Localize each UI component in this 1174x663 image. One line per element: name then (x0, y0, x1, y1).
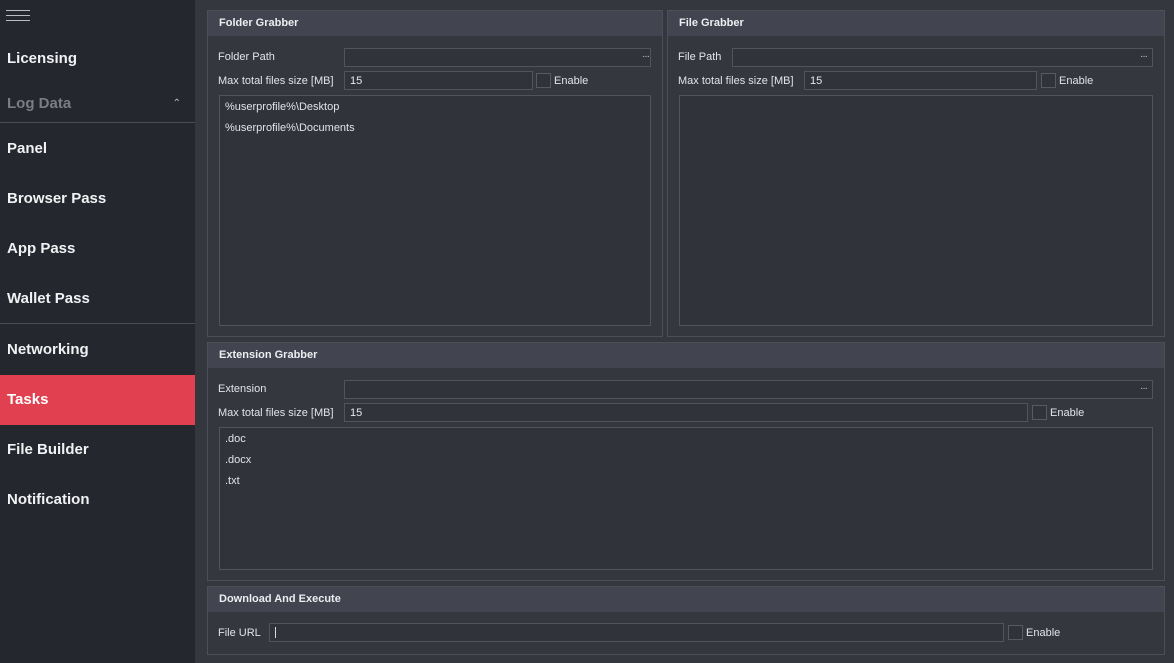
file-list[interactable] (679, 95, 1153, 326)
extension-input[interactable] (344, 380, 1153, 399)
extension-label: Extension (218, 383, 267, 395)
folder-size-input[interactable] (344, 71, 533, 90)
list-item[interactable]: %userprofile%\Documents (220, 120, 650, 141)
file-enable-label: Enable (1059, 75, 1094, 87)
panel-title: Folder Grabber (208, 11, 662, 36)
list-item[interactable]: .txt (220, 473, 1152, 494)
folder-enable-checkbox[interactable] (536, 73, 551, 88)
file-url-label: File URL (218, 627, 261, 639)
file-grabber-panel: File Grabber File Path ··· Max total fil… (667, 10, 1165, 337)
sidebar-item-app-pass[interactable]: App Pass (0, 224, 195, 274)
sidebar-item-label: App Pass (7, 240, 76, 257)
sidebar-item-browser-pass[interactable]: Browser Pass (0, 174, 195, 224)
sidebar-item-label: Browser Pass (7, 190, 107, 207)
folder-enable-label: Enable (554, 75, 589, 87)
sidebar-item-label: Panel (7, 140, 48, 157)
file-size-input[interactable] (804, 71, 1037, 90)
sidebar-item-file-builder[interactable]: File Builder (0, 425, 195, 475)
list-item[interactable]: %userprofile%\Desktop (220, 99, 650, 120)
sidebar-item-wallet-pass[interactable]: Wallet Pass (0, 274, 195, 324)
download-execute-panel: Download And Execute File URL Enable (207, 586, 1165, 655)
extension-grabber-panel: Extension Grabber Extension ··· Max tota… (207, 342, 1165, 581)
sidebar-divider (0, 122, 195, 123)
sidebar-item-label: File Builder (7, 441, 89, 458)
sidebar-item-label: Licensing (7, 50, 78, 67)
file-enable-checkbox[interactable] (1041, 73, 1056, 88)
text-cursor (275, 627, 276, 638)
sidebar-item-label: Wallet Pass (7, 290, 90, 307)
folder-path-input[interactable] (344, 48, 651, 67)
list-item[interactable]: .docx (220, 452, 1152, 473)
sidebar-group-label: Log Data (7, 95, 72, 112)
extension-enable-checkbox[interactable] (1032, 405, 1047, 420)
folder-list[interactable]: %userprofile%\Desktop %userprofile%\Docu… (219, 95, 651, 326)
extension-list[interactable]: .doc .docx .txt (219, 427, 1153, 570)
folder-browse-button[interactable]: ··· (642, 51, 650, 62)
sidebar: Licensing Log Data ⌃ Panel Browser Pass A… (0, 0, 195, 663)
sidebar-item-label: Notification (7, 491, 90, 508)
folder-size-label: Max total files size [MB] (218, 75, 334, 87)
extension-browse-button[interactable]: ··· (1140, 383, 1148, 394)
extension-enable-label: Enable (1050, 407, 1085, 419)
sidebar-item-notification[interactable]: Notification (0, 475, 195, 525)
sidebar-divider (0, 323, 195, 324)
sidebar-item-label: Tasks (7, 391, 49, 408)
file-path-input[interactable] (732, 48, 1153, 67)
panel-title: File Grabber (668, 11, 1164, 36)
list-item[interactable]: .doc (220, 431, 1152, 452)
folder-path-label: Folder Path (218, 51, 275, 63)
folder-grabber-panel: Folder Grabber Folder Path ··· Max total… (207, 10, 663, 337)
extension-size-label: Max total files size [MB] (218, 407, 334, 419)
sidebar-item-label: Networking (7, 341, 89, 358)
sidebar-item-tasks[interactable]: Tasks (0, 375, 195, 425)
sidebar-item-networking[interactable]: Networking (0, 325, 195, 375)
file-url-input[interactable] (269, 623, 1004, 642)
sidebar-item-licensing[interactable]: Licensing (0, 34, 195, 84)
extension-size-input[interactable] (344, 403, 1028, 422)
file-size-label: Max total files size [MB] (678, 75, 794, 87)
download-enable-label: Enable (1026, 627, 1061, 639)
panel-title: Download And Execute (208, 587, 1164, 612)
file-path-label: File Path (678, 51, 722, 63)
sidebar-item-panel[interactable]: Panel (0, 124, 195, 174)
download-enable-checkbox[interactable] (1008, 625, 1023, 640)
hamburger-menu-icon[interactable] (6, 9, 32, 23)
file-browse-button[interactable]: ··· (1140, 51, 1148, 62)
panel-title: Extension Grabber (208, 343, 1164, 368)
